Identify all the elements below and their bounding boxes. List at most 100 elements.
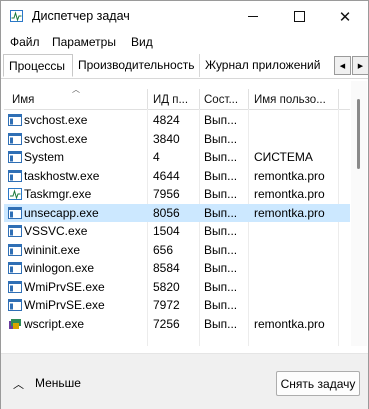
process-name: wininit.exe <box>24 242 81 257</box>
service-icon <box>8 280 22 293</box>
column-header-user[interactable]: Имя пользо... <box>254 94 346 106</box>
process-state: Вып... <box>204 261 238 275</box>
service-icon <box>8 132 22 145</box>
minimize-icon <box>248 16 258 17</box>
process-state: Вып... <box>204 205 238 220</box>
table-row[interactable]: svchost.exe 3840 Вып... <box>4 130 350 149</box>
service-icon <box>8 151 22 163</box>
process-pid: 4824 <box>153 113 180 127</box>
fewer-details-button[interactable]: Меньше <box>35 376 81 390</box>
table-row[interactable]: wscript.exe 7256 Вып... remontka.pro <box>4 315 350 334</box>
process-name: wscript.exe <box>24 316 85 331</box>
process-state: Вып... <box>204 150 238 164</box>
tab-scroll-right-button[interactable]: ▶ <box>352 56 369 75</box>
title-bar[interactable]: Диспетчер задач ✕ <box>1 1 368 32</box>
table-row[interactable]: winlogon.exe 8584 Вып... <box>4 259 350 278</box>
service-icon <box>8 243 22 256</box>
maximize-icon <box>293 11 305 22</box>
process-pid: 8056 <box>153 205 180 220</box>
process-user: СИСТЕМА <box>254 150 313 164</box>
service-icon <box>8 169 22 182</box>
process-state: Вып... <box>204 224 238 238</box>
chevron-up-icon[interactable]: ︿ <box>13 376 24 392</box>
process-state: Вып... <box>204 187 238 201</box>
column-divider[interactable] <box>199 89 200 109</box>
service-icon <box>8 114 22 126</box>
task-manager-window: Диспетчер задач ✕ Файл Параметры Вид Про… <box>0 0 369 409</box>
process-user: remontka.pro <box>254 205 325 220</box>
chevron-right-icon: ▶ <box>357 62 364 70</box>
process-pid: 7256 <box>153 316 180 331</box>
process-pid: 8584 <box>153 261 180 275</box>
process-name: VSSVC.exe <box>24 224 88 238</box>
table-row[interactable]: taskhostw.exe 4644 Вып... remontka.pro <box>4 167 350 186</box>
table-row[interactable]: Taskmgr.exe 7956 Вып... remontka.pro <box>4 185 350 204</box>
process-user: remontka.pro <box>254 316 325 331</box>
table-row[interactable]: WmiPrvSE.exe 7972 Вып... <box>4 296 350 315</box>
process-state: Вып... <box>204 298 238 312</box>
table-row[interactable]: System 4 Вып... СИСТЕМА <box>4 148 350 167</box>
menu-options[interactable]: Параметры <box>52 35 116 49</box>
column-divider[interactable] <box>248 89 249 109</box>
menu-bar: Файл Параметры Вид <box>1 32 368 52</box>
end-task-button[interactable]: Снять задачу <box>276 371 360 396</box>
process-state: Вып... <box>204 316 238 331</box>
window-title: Диспетчер задач <box>32 9 130 23</box>
process-state: Вып... <box>204 131 238 146</box>
table-row[interactable]: VSSVC.exe 1504 Вып... <box>4 222 350 241</box>
process-pid: 7972 <box>153 298 180 312</box>
tab-bar: Процессы Производительность Журнал прило… <box>1 54 369 79</box>
process-table: ︿ Имя ИД п... Сост... Имя пользо... svch… <box>4 81 350 346</box>
tab-scroll-left-button[interactable]: ◀ <box>334 56 351 75</box>
process-name: svchost.exe <box>24 113 88 127</box>
table-row[interactable]: unsecapp.exe 8056 Вып... remontka.pro <box>4 203 350 222</box>
process-name: svchost.exe <box>24 131 88 146</box>
vertical-scrollbar[interactable] <box>351 81 367 346</box>
process-pid: 7956 <box>153 187 180 201</box>
process-user: remontka.pro <box>254 168 325 183</box>
column-divider[interactable] <box>338 89 339 109</box>
column-header-pid[interactable]: ИД п... <box>153 94 198 106</box>
process-state: Вып... <box>204 242 238 257</box>
process-name: WmiPrvSE.exe <box>24 279 105 294</box>
table-row[interactable]: wininit.exe 656 Вып... <box>4 241 350 260</box>
process-pid: 4644 <box>153 168 180 183</box>
tab-performance[interactable]: Производительность <box>73 54 200 77</box>
close-icon: ✕ <box>338 8 352 26</box>
process-state: Вып... <box>204 113 238 127</box>
column-header-name[interactable]: Имя <box>12 94 142 106</box>
process-name: System <box>24 150 65 164</box>
close-button[interactable]: ✕ <box>322 1 368 32</box>
process-pid: 1504 <box>153 224 180 238</box>
service-icon <box>8 262 22 274</box>
column-divider[interactable] <box>147 89 148 109</box>
process-state: Вып... <box>204 168 238 183</box>
menu-view[interactable]: Вид <box>131 35 153 49</box>
process-name: winlogon.exe <box>24 261 95 275</box>
process-user: remontka.pro <box>254 187 325 201</box>
service-icon <box>8 206 22 219</box>
menu-file[interactable]: Файл <box>10 35 40 49</box>
tab-scroll-buttons: ◀ ▶ <box>333 56 369 75</box>
table-header: ︿ Имя ИД п... Сост... Имя пользо... <box>4 81 350 110</box>
task-manager-icon <box>8 188 22 200</box>
table-body: svchost.exe 4824 Вып... svchost.exe 3840 Вып.… <box>4 111 350 333</box>
process-pid: 4 <box>153 150 160 164</box>
process-name: Taskmgr.exe <box>24 187 92 201</box>
process-name: taskhostw.exe <box>24 168 100 183</box>
process-pid: 656 <box>153 242 174 257</box>
service-icon <box>8 299 22 311</box>
table-row[interactable]: WmiPrvSE.exe 5820 Вып... <box>4 278 350 297</box>
table-row[interactable]: svchost.exe 4824 Вып... <box>4 111 350 130</box>
script-icon <box>9 318 21 329</box>
tab-app-history[interactable]: Журнал приложений <box>200 54 331 77</box>
process-name: WmiPrvSE.exe <box>24 298 105 312</box>
column-header-state[interactable]: Сост... <box>204 94 246 106</box>
scrollbar-thumb[interactable] <box>357 99 360 169</box>
maximize-button[interactable] <box>276 1 322 32</box>
footer-bar: ︿ Меньше Снять задачу <box>1 353 368 409</box>
task-manager-app-icon <box>10 10 23 22</box>
process-state: Вып... <box>204 279 238 294</box>
tab-processes[interactable]: Процессы <box>3 54 73 77</box>
minimize-button[interactable] <box>230 1 276 32</box>
